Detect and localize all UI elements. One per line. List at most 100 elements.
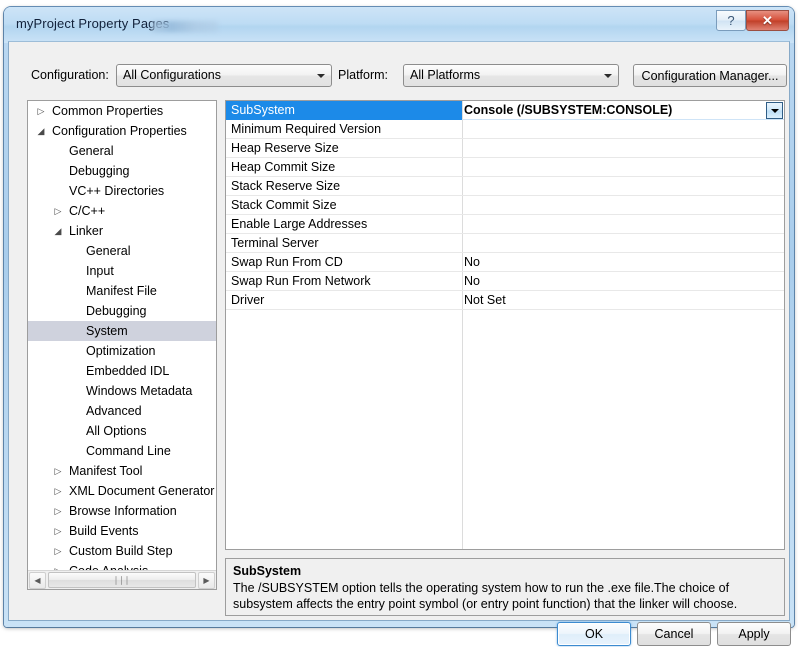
tree-item-label: Browse Information xyxy=(69,504,177,518)
property-name: Swap Run From Network xyxy=(231,274,371,288)
property-name: Heap Commit Size xyxy=(231,160,336,174)
tree-item-general[interactable]: General xyxy=(28,141,216,161)
property-row[interactable]: SubSystem Console (/SUBSYSTEM:CONSOLE) xyxy=(226,101,784,120)
close-button[interactable]: ✕ xyxy=(746,10,789,31)
tree-horizontal-scrollbar[interactable]: ◀ ∣∣∣ ▶ xyxy=(28,570,216,589)
tree-item-system[interactable]: System xyxy=(28,321,216,341)
tree-item-build-events[interactable]: ▷ Build Events xyxy=(28,521,216,541)
tree-item-label: Configuration Properties xyxy=(52,124,187,138)
tree-item-custom-build-step[interactable]: ▷ Custom Build Step xyxy=(28,541,216,561)
property-row[interactable]: Swap Run From CD No xyxy=(226,253,784,272)
description-body: The /SUBSYSTEM option tells the operatin… xyxy=(233,581,738,611)
tree-item-input[interactable]: Input xyxy=(28,261,216,281)
tree-item-windows-metadata[interactable]: Windows Metadata xyxy=(28,381,216,401)
tree-item-command-line[interactable]: Command Line xyxy=(28,441,216,461)
tree-item-label: Manifest File xyxy=(86,284,157,298)
tree-item-common-properties[interactable]: ▷ Common Properties xyxy=(28,101,216,121)
property-value[interactable]: Console (/SUBSYSTEM:CONSOLE) xyxy=(464,101,672,120)
tree-item-configuration-properties[interactable]: ◢ Configuration Properties xyxy=(28,121,216,141)
tree-item-advanced[interactable]: Advanced xyxy=(28,401,216,421)
property-row[interactable]: Driver Not Set xyxy=(226,291,784,310)
tree-item-label: All Options xyxy=(86,424,147,438)
tree-item-linker[interactable]: ◢ Linker xyxy=(28,221,216,241)
property-row[interactable]: Swap Run From Network No xyxy=(226,272,784,291)
property-row[interactable]: Enable Large Addresses xyxy=(226,215,784,234)
property-grid[interactable]: SubSystem Console (/SUBSYSTEM:CONSOLE) Min… xyxy=(226,101,784,310)
tree-item-debugging[interactable]: Debugging xyxy=(28,161,216,181)
cancel-button[interactable]: Cancel xyxy=(637,622,711,646)
tree-item-label: C/C++ xyxy=(69,204,106,218)
configuration-dropdown-value: All Configurations xyxy=(123,68,221,82)
tree-item-debugging[interactable]: Debugging xyxy=(28,301,216,321)
platform-dropdown-value: All Platforms xyxy=(410,68,481,82)
property-name: Swap Run From CD xyxy=(231,255,343,269)
collapse-triangle-icon[interactable]: ◢ xyxy=(51,221,65,241)
property-value[interactable]: Not Set xyxy=(464,291,506,310)
chevron-down-icon xyxy=(604,74,612,78)
tree-item-general[interactable]: General xyxy=(28,241,216,261)
redacted-title-suffix xyxy=(152,21,218,32)
expand-triangle-icon[interactable]: ▷ xyxy=(51,201,65,221)
property-row[interactable]: Terminal Server xyxy=(226,234,784,253)
property-row[interactable]: Minimum Required Version xyxy=(226,120,784,139)
platform-dropdown[interactable]: All Platforms xyxy=(403,64,619,87)
platform-label: Platform: xyxy=(338,68,389,82)
tree-item-embedded-idl[interactable]: Embedded IDL xyxy=(28,361,216,381)
tree-item-label: Input xyxy=(86,264,114,278)
expand-triangle-icon[interactable]: ▷ xyxy=(51,501,65,521)
property-row[interactable]: Stack Commit Size xyxy=(226,196,784,215)
tree-item-label: System xyxy=(86,324,128,338)
property-row[interactable]: Heap Reserve Size xyxy=(226,139,784,158)
tree-item-label: Custom Build Step xyxy=(69,544,173,558)
tree-item-label: Command Line xyxy=(86,444,171,458)
tree-item-xml-document-generator[interactable]: ▷ XML Document Generator xyxy=(28,481,216,501)
scroll-right-arrow-icon[interactable]: ▶ xyxy=(198,571,215,589)
tree-item-label: Debugging xyxy=(86,304,147,318)
expand-triangle-icon[interactable]: ▷ xyxy=(51,521,65,541)
description-panel: SubSystem The /SUBSYSTEM option tells th… xyxy=(225,558,785,616)
tree-item-label: Linker xyxy=(69,224,104,238)
configuration-dropdown[interactable]: All Configurations xyxy=(116,64,332,87)
configuration-manager-button[interactable]: Configuration Manager... xyxy=(633,64,787,87)
tree-item-manifest-file[interactable]: Manifest File xyxy=(28,281,216,301)
property-tree[interactable]: ▷ Common Properties ◢ Configuration Propert… xyxy=(28,101,216,570)
tree-item-label: Windows Metadata xyxy=(86,384,193,398)
tree-item-code-analysis[interactable]: ▷ Code Analysis xyxy=(28,561,216,570)
value-dropdown-button[interactable] xyxy=(766,102,783,119)
tree-item-label: Code Analysis xyxy=(69,561,148,570)
collapse-triangle-icon[interactable]: ◢ xyxy=(34,121,48,141)
expand-triangle-icon[interactable]: ▷ xyxy=(51,461,65,481)
property-value[interactable]: No xyxy=(464,272,480,291)
tree-item-label: Build Events xyxy=(69,524,139,538)
property-name: Enable Large Addresses xyxy=(231,217,368,231)
tree-item-optimization[interactable]: Optimization xyxy=(28,341,216,361)
property-name: Driver xyxy=(231,293,265,307)
expand-triangle-icon[interactable]: ▷ xyxy=(51,561,65,570)
property-tree-panel: ▷ Common Properties ◢ Configuration Propert… xyxy=(27,100,217,590)
apply-button[interactable]: Apply xyxy=(717,622,791,646)
tree-item-label: Optimization xyxy=(86,344,156,358)
property-row[interactable]: Stack Reserve Size xyxy=(226,177,784,196)
help-button[interactable]: ? xyxy=(716,10,746,31)
tree-item-label: Manifest Tool xyxy=(69,464,143,478)
tree-item-label: Common Properties xyxy=(52,104,164,118)
dialog-client-area: Configuration: All Configurations Platfo… xyxy=(8,41,791,646)
tree-item-label: Advanced xyxy=(86,404,142,418)
description-title: SubSystem xyxy=(233,564,302,578)
tree-item-label: XML Document Generator xyxy=(69,484,215,498)
scroll-left-arrow-icon[interactable]: ◀ xyxy=(29,571,46,589)
property-value[interactable]: No xyxy=(464,253,480,272)
property-name: Stack Commit Size xyxy=(231,198,337,212)
tree-item-all-options[interactable]: All Options xyxy=(28,421,216,441)
scrollbar-thumb[interactable]: ∣∣∣ xyxy=(48,572,196,588)
tree-item-label: VC++ Directories xyxy=(69,184,165,198)
expand-triangle-icon[interactable]: ▷ xyxy=(34,101,48,121)
tree-item-manifest-tool[interactable]: ▷ Manifest Tool xyxy=(28,461,216,481)
expand-triangle-icon[interactable]: ▷ xyxy=(51,541,65,561)
tree-item-c-c[interactable]: ▷ C/C++ xyxy=(28,201,216,221)
expand-triangle-icon[interactable]: ▷ xyxy=(51,481,65,501)
property-row[interactable]: Heap Commit Size xyxy=(226,158,784,177)
tree-item-browse-information[interactable]: ▷ Browse Information xyxy=(28,501,216,521)
tree-item-vc-directories[interactable]: VC++ Directories xyxy=(28,181,216,201)
ok-button[interactable]: OK xyxy=(557,622,631,646)
